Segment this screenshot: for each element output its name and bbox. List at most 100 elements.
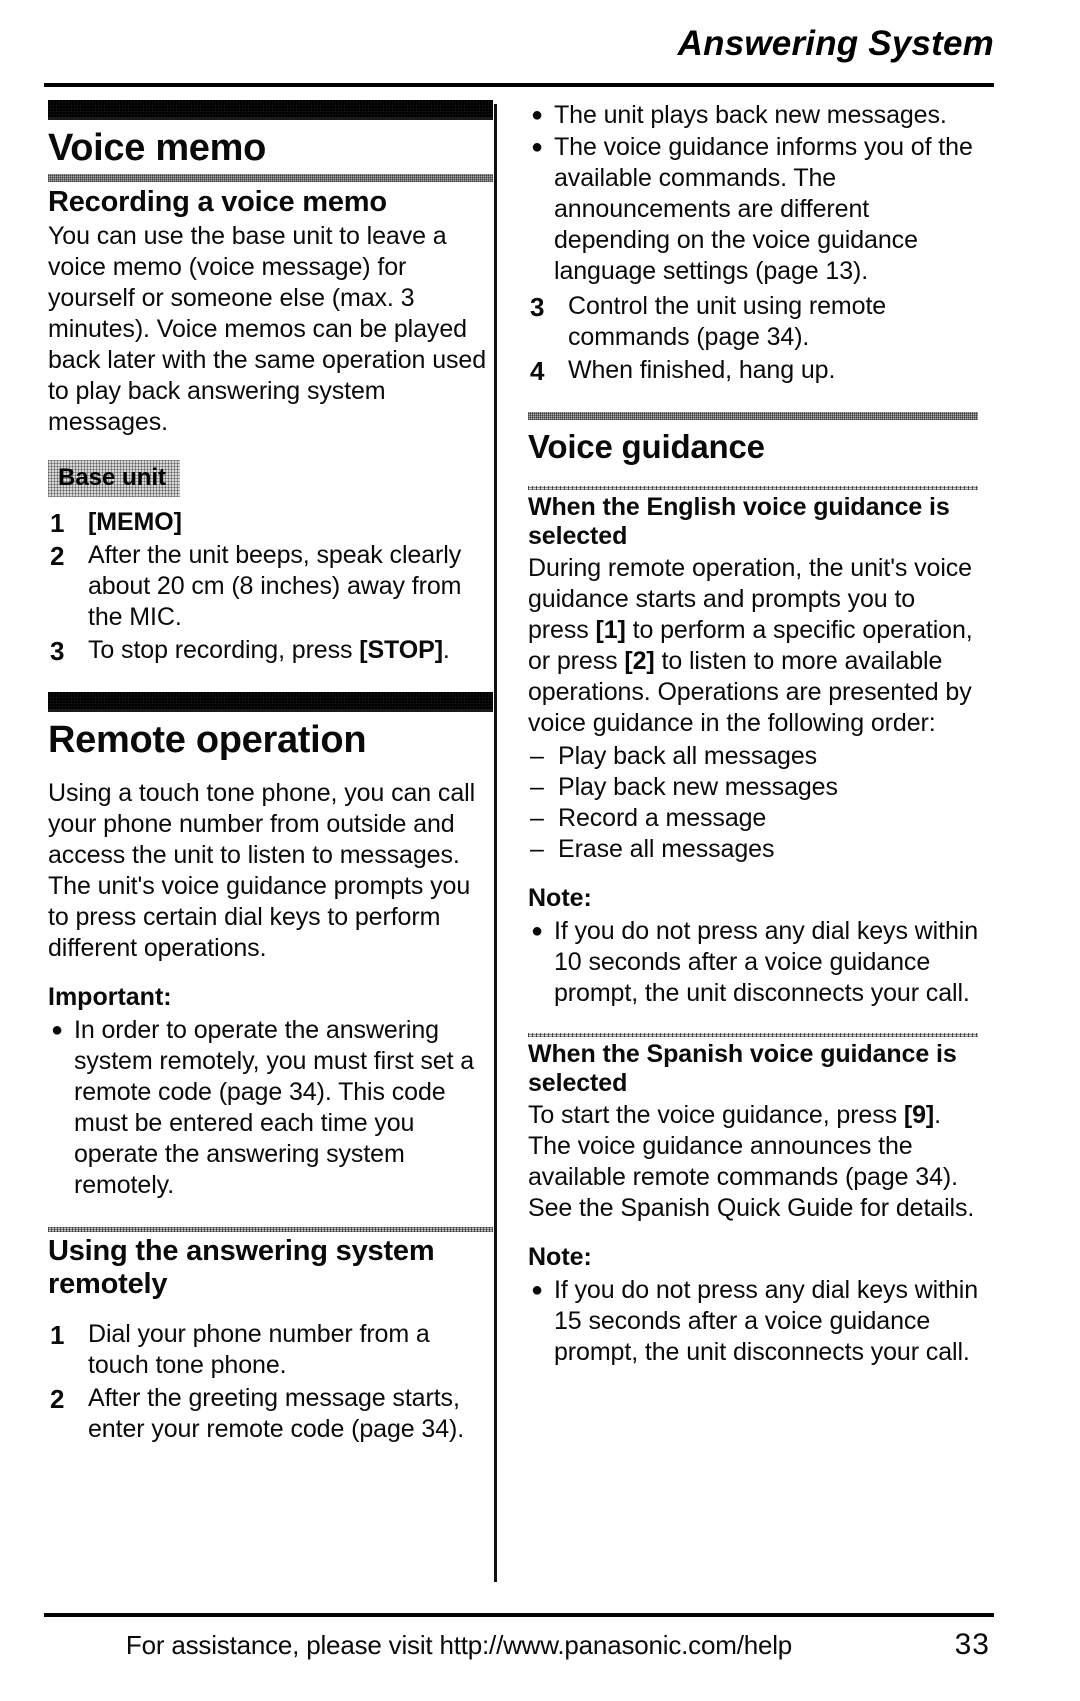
remote-usage-steps-list: 1 Dial your phone number from a touch to… (48, 1319, 493, 1445)
step-item: 3 To stop recording, press [STOP]. (48, 635, 493, 666)
section-title-remote-operation: Remote operation (48, 718, 367, 761)
bullet-icon: ● (531, 1278, 543, 1301)
section-voice-guidance: Voice guidance When the English voice gu… (528, 412, 978, 1368)
step-text-before: To stop recording, press (88, 635, 360, 664)
list-item: – Erase all messages (528, 834, 978, 865)
note-label: Note: (528, 883, 592, 912)
step-number: 2 (50, 540, 65, 571)
column-divider (494, 104, 497, 1582)
dash-icon: – (530, 803, 544, 832)
continued-steps-list: 3 Control the unit using remote commands… (528, 291, 978, 386)
subsection-using-remotely: Using the answering system remotely 1 Di… (48, 1226, 493, 1445)
bullet-icon: ● (531, 919, 543, 942)
section-heading-bar (48, 100, 493, 120)
important-label: Important: (48, 982, 172, 1011)
section-title-voice-guidance: Voice guidance (528, 428, 765, 465)
left-column: Voice memo Recording a voice memo You ca… (48, 100, 493, 1447)
spanish-guidance-paragraph: To start the voice guidance, press [9]. … (528, 1100, 978, 1224)
step-text: Dial your phone number from a touch tone… (88, 1319, 430, 1379)
right-column: ● The unit plays back new messages. ● Th… (528, 100, 978, 1369)
subsection-heading-bar (48, 173, 493, 182)
subsection-english-voice-guidance: When the English voice guidance is selec… (528, 485, 978, 1009)
subsection-heading-bar (528, 1032, 978, 1037)
subsection-heading-bar (48, 1226, 493, 1232)
list-item-text: Erase all messages (558, 834, 775, 863)
paragraph-part: To start the voice guidance, press (528, 1100, 904, 1129)
step-number: 2 (50, 1383, 65, 1414)
bullet-icon: ● (51, 1018, 63, 1041)
subsection-title-english-voice-guidance: When the English voice guidance is selec… (528, 492, 950, 551)
english-guidance-paragraph: During remote operation, the unit's voic… (528, 553, 978, 739)
dash-icon: – (530, 834, 544, 863)
header-divider-rule (44, 83, 994, 87)
list-item-text: If you do not press any dial keys within… (554, 916, 979, 1007)
step-item: 2 After the greeting message starts, ent… (48, 1383, 493, 1445)
list-item-text: In order to operate the answering system… (74, 1015, 475, 1199)
guidance-order-list: – Play back all messages – Play back new… (528, 741, 978, 865)
key-2: [2] (624, 646, 655, 675)
list-item: ● If you do not press any dial keys with… (528, 1275, 978, 1368)
step-item: 1 Dial your phone number from a touch to… (48, 1319, 493, 1381)
list-item-text: The unit plays back new messages. (554, 101, 947, 129)
step-number: 1 (50, 507, 65, 538)
section-title-voice-memo: Voice memo (48, 127, 267, 169)
recording-intro-paragraph: You can use the base unit to leave a voi… (48, 221, 487, 436)
section-voice-memo: Voice memo Recording a voice memo You ca… (48, 100, 493, 666)
continued-bullet-list: ● The unit plays back new messages. ● Th… (528, 100, 978, 287)
remote-operation-intro-paragraph: Using a touch tone phone, you can call y… (48, 778, 476, 962)
section-remote-operation: Remote operation Using a touch tone phon… (48, 691, 493, 1445)
important-bullet-list: ● In order to operate the answering syst… (48, 1015, 493, 1201)
key-1: [1] (595, 615, 626, 644)
base-unit-chip-row: Base unit (48, 460, 493, 497)
list-item-text: Record a message (558, 803, 767, 832)
subsection-title-recording-a-voice-memo: Recording a voice memo (48, 185, 387, 218)
list-item: – Play back new messages (528, 772, 978, 803)
manual-page: Answering System Voice memo Recording a … (0, 0, 1080, 1701)
step-item: 2 After the unit beeps, speak clearly ab… (48, 540, 493, 633)
subsection-heading-bar (528, 485, 978, 490)
step-number: 4 (530, 356, 545, 386)
spanish-note-bullet-list: ● If you do not press any dial keys with… (528, 1275, 978, 1368)
dash-icon: – (530, 772, 544, 801)
dash-icon: – (530, 741, 544, 770)
step-text: [MEMO] (88, 507, 182, 536)
base-unit-chip: Base unit (48, 460, 180, 497)
page-footer: For assistance, please visit http://www.… (44, 1628, 994, 1680)
key-9: [9] (903, 1100, 935, 1129)
step-number: 1 (50, 1319, 65, 1350)
step-number: 3 (530, 292, 545, 322)
list-item: – Play back all messages (528, 741, 978, 772)
step-key-stop: [STOP] (359, 635, 443, 664)
list-item-text: Play back all messages (558, 741, 818, 770)
step-item: 4 When finished, hang up. (528, 355, 978, 386)
page-header-title: Answering System (677, 24, 994, 63)
list-item-text: The voice guidance informs you of the av… (554, 133, 973, 285)
list-item: ● The voice guidance informs you of the … (528, 132, 978, 287)
step-number: 3 (50, 635, 65, 666)
recording-steps-list: 1 [MEMO] 2 After the unit beeps, speak c… (48, 507, 493, 666)
list-item-text: Play back new messages (558, 772, 838, 801)
page-number: 33 (954, 1628, 990, 1661)
footer-divider-rule (44, 1613, 994, 1617)
page-header: Answering System (44, 24, 994, 63)
list-item-text: If you do not press any dial keys within… (554, 1275, 979, 1366)
step-text-after: . (442, 635, 450, 664)
note-label: Note: (528, 1242, 592, 1271)
section-heading-bar (48, 691, 493, 712)
step-item: 3 Control the unit using remote commands… (528, 291, 978, 353)
list-item: ● If you do not press any dial keys with… (528, 916, 978, 1009)
bullet-icon: ● (531, 136, 543, 158)
list-item: ● In order to operate the answering syst… (48, 1015, 493, 1201)
english-note-bullet-list: ● If you do not press any dial keys with… (528, 916, 978, 1009)
footer-assistance-text: For assistance, please visit http://www.… (125, 1630, 793, 1660)
subsection-title-spanish-voice-guidance: When the Spanish voice guidance is selec… (528, 1039, 957, 1098)
list-item: – Record a message (528, 803, 978, 834)
list-item: ● The unit plays back new messages. (528, 100, 978, 131)
section-heading-bar (528, 412, 978, 420)
bullet-icon: ● (531, 104, 543, 126)
step-text: After the unit beeps, speak clearly abou… (88, 540, 462, 631)
step-text: When finished, hang up. (568, 356, 836, 384)
step-item: 1 [MEMO] (48, 507, 493, 538)
subsection-title-using-the-answering-system-remotely: Using the answering system remotely (48, 1234, 435, 1300)
step-text: After the greeting message starts, enter… (88, 1383, 465, 1443)
